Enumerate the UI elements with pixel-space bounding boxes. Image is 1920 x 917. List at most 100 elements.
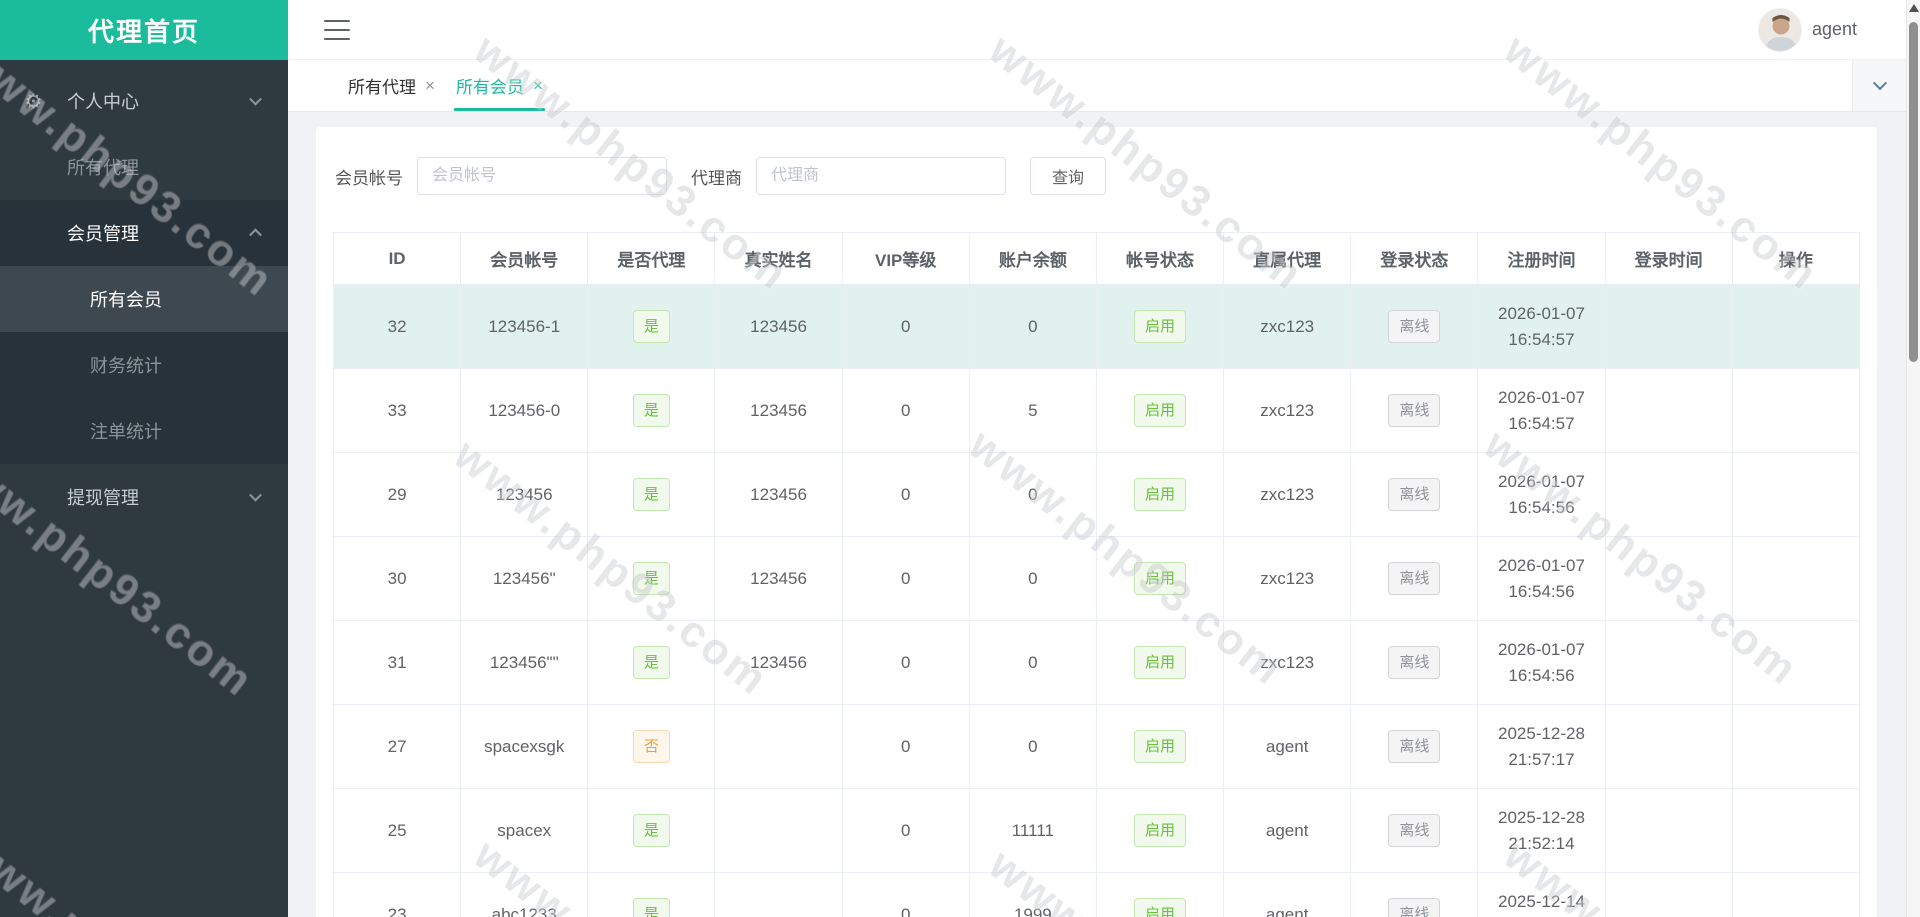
column-header-11: 操作 xyxy=(1732,233,1859,285)
cell-real-name: 123456 xyxy=(715,453,842,537)
tab-all-agents[interactable]: 所有代理 × xyxy=(346,60,437,111)
is-agent-badge: 是 xyxy=(633,562,670,595)
cell-vip-level: 0 xyxy=(842,285,969,369)
cell-id: 25 xyxy=(334,789,461,873)
cell-register-time: 2025-12-2821:57:17 xyxy=(1478,705,1605,789)
tab-label: 所有代理 xyxy=(348,73,416,98)
cell-login-time xyxy=(1605,873,1732,917)
cell-is-agent: 否 xyxy=(588,705,715,789)
member-account-input[interactable] xyxy=(417,157,667,195)
agent-input[interactable] xyxy=(756,157,1006,195)
scrollbar-thumb[interactable] xyxy=(1909,22,1918,362)
sidebar-item-member-management[interactable]: 会员管理 xyxy=(0,200,288,266)
cell-register-time: 2026-01-0716:54:56 xyxy=(1478,537,1605,621)
column-header-10: 登录时间 xyxy=(1605,233,1732,285)
cell-balance: 0 xyxy=(969,621,1096,705)
table-row[interactable]: 27spacexsgk否00启用agent离线2025-12-2821:57:1… xyxy=(334,705,1860,789)
status-badge: 启用 xyxy=(1134,562,1186,595)
is-agent-badge: 是 xyxy=(633,394,670,427)
table-row[interactable]: 32123456-1是12345600启用zxc123离线2026-01-071… xyxy=(334,285,1860,369)
chevron-down-icon xyxy=(249,93,262,106)
sidebar-item-all-agents[interactable]: 所有代理 xyxy=(0,134,288,200)
is-agent-badge: 是 xyxy=(633,814,670,847)
sidebar-item-bet-stats[interactable]: 注单统计 xyxy=(0,398,288,464)
members-table: ID会员帐号是否代理真实姓名VIP等级账户余额帐号状态直属代理登录状态注册时间登… xyxy=(333,232,1860,917)
tab-options-dropdown[interactable] xyxy=(1852,60,1906,111)
user-menu[interactable]: agent xyxy=(1758,8,1857,52)
cell-is-agent: 是 xyxy=(588,453,715,537)
cell-register-time: 2025-12-1410:07:04 xyxy=(1478,873,1605,917)
query-button[interactable]: 查询 xyxy=(1030,157,1106,195)
login-status-badge: 离线 xyxy=(1388,898,1440,917)
status-badge: 启用 xyxy=(1134,814,1186,847)
members-card: 会员帐号 代理商 查询 ID会员帐号是否代理真实姓名VIP等级账户余额帐号状态直… xyxy=(316,127,1877,917)
close-icon[interactable]: × xyxy=(533,76,543,96)
cell-is-agent: 是 xyxy=(588,789,715,873)
cell-login-status: 离线 xyxy=(1351,705,1478,789)
cell-balance: 11111 xyxy=(969,789,1096,873)
is-agent-badge: 是 xyxy=(633,646,670,679)
filter-row: 会员帐号 代理商 查询 xyxy=(333,157,1860,195)
cell-login-time xyxy=(1605,453,1732,537)
sidebar-item-label: 会员管理 xyxy=(0,220,139,246)
cell-balance: 0 xyxy=(969,705,1096,789)
cell-parent-agent: zxc123 xyxy=(1224,537,1351,621)
cell-account: 123456"" xyxy=(461,621,588,705)
cell-operations xyxy=(1732,369,1859,453)
cell-id: 31 xyxy=(334,621,461,705)
is-agent-badge: 是 xyxy=(633,898,670,917)
cell-login-time xyxy=(1605,537,1732,621)
cell-register-time: 2025-12-2821:52:14 xyxy=(1478,789,1605,873)
table-row[interactable]: 29123456是12345600启用zxc123离线2026-01-0716:… xyxy=(334,453,1860,537)
table-row[interactable]: 23abc1233是01999启用agent离线2025-12-1410:07:… xyxy=(334,873,1860,917)
cell-real-name: 123456 xyxy=(715,621,842,705)
avatar xyxy=(1758,8,1802,52)
cell-register-time: 2026-01-0716:54:56 xyxy=(1478,621,1605,705)
cell-account: 123456-1 xyxy=(461,285,588,369)
cell-login-time xyxy=(1605,705,1732,789)
tab-bar: 所有代理 × 所有会员 × xyxy=(288,60,1920,112)
cell-account: spacexsgk xyxy=(461,705,588,789)
sidebar-item-finance-stats[interactable]: 财务统计 xyxy=(0,332,288,398)
column-header-2: 是否代理 xyxy=(588,233,715,285)
username-label: agent xyxy=(1812,19,1857,40)
column-header-8: 登录状态 xyxy=(1351,233,1478,285)
column-header-9: 注册时间 xyxy=(1478,233,1605,285)
close-icon[interactable]: × xyxy=(425,76,435,96)
status-badge: 启用 xyxy=(1134,394,1186,427)
sidebar-nav: ⚙ 个人中心 所有代理 会员管理 所有会员 财务统计 注单统计 提现管理 xyxy=(0,60,288,530)
cell-id: 29 xyxy=(334,453,461,537)
cell-real-name: 123456 xyxy=(715,285,842,369)
sidebar-item-all-members[interactable]: 所有会员 xyxy=(0,266,288,332)
cell-is-agent: 是 xyxy=(588,873,715,917)
cell-account-status: 启用 xyxy=(1096,369,1223,453)
cell-vip-level: 0 xyxy=(842,705,969,789)
cell-register-time: 2026-01-0716:54:57 xyxy=(1478,369,1605,453)
window-scrollbar[interactable] xyxy=(1906,0,1920,917)
table-row[interactable]: 25spacex是011111启用agent离线2025-12-2821:52:… xyxy=(334,789,1860,873)
hamburger-menu-icon[interactable] xyxy=(324,20,350,40)
chevron-down-icon xyxy=(1872,76,1886,90)
scrollbar-up-arrow-icon[interactable] xyxy=(1909,4,1919,12)
cell-account: abc1233 xyxy=(461,873,588,917)
table-row[interactable]: 31123456""是12345600启用zxc123离线2026-01-071… xyxy=(334,621,1860,705)
app-title: 代理首页 xyxy=(0,0,288,60)
login-status-badge: 离线 xyxy=(1388,646,1440,679)
column-header-1: 会员帐号 xyxy=(461,233,588,285)
cell-real-name xyxy=(715,873,842,917)
cell-login-status: 离线 xyxy=(1351,369,1478,453)
table-row[interactable]: 33123456-0是12345605启用zxc123离线2026-01-071… xyxy=(334,369,1860,453)
cell-balance: 0 xyxy=(969,453,1096,537)
sidebar: 代理首页 ⚙ 个人中心 所有代理 会员管理 所有会员 财务统计 注单统计 xyxy=(0,0,288,917)
login-status-badge: 离线 xyxy=(1388,310,1440,343)
cell-login-time xyxy=(1605,621,1732,705)
cell-is-agent: 是 xyxy=(588,285,715,369)
table-row[interactable]: 30123456"是12345600启用zxc123离线2026-01-0716… xyxy=(334,537,1860,621)
tab-all-members[interactable]: 所有会员 × xyxy=(454,60,545,111)
content-area: 会员帐号 代理商 查询 ID会员帐号是否代理真实姓名VIP等级账户余额帐号状态直… xyxy=(288,112,1920,917)
status-badge: 启用 xyxy=(1134,646,1186,679)
sidebar-item-personal-center[interactable]: ⚙ 个人中心 xyxy=(0,68,288,134)
cell-vip-level: 0 xyxy=(842,621,969,705)
cell-operations xyxy=(1732,705,1859,789)
sidebar-item-withdraw-management[interactable]: 提现管理 xyxy=(0,464,288,530)
